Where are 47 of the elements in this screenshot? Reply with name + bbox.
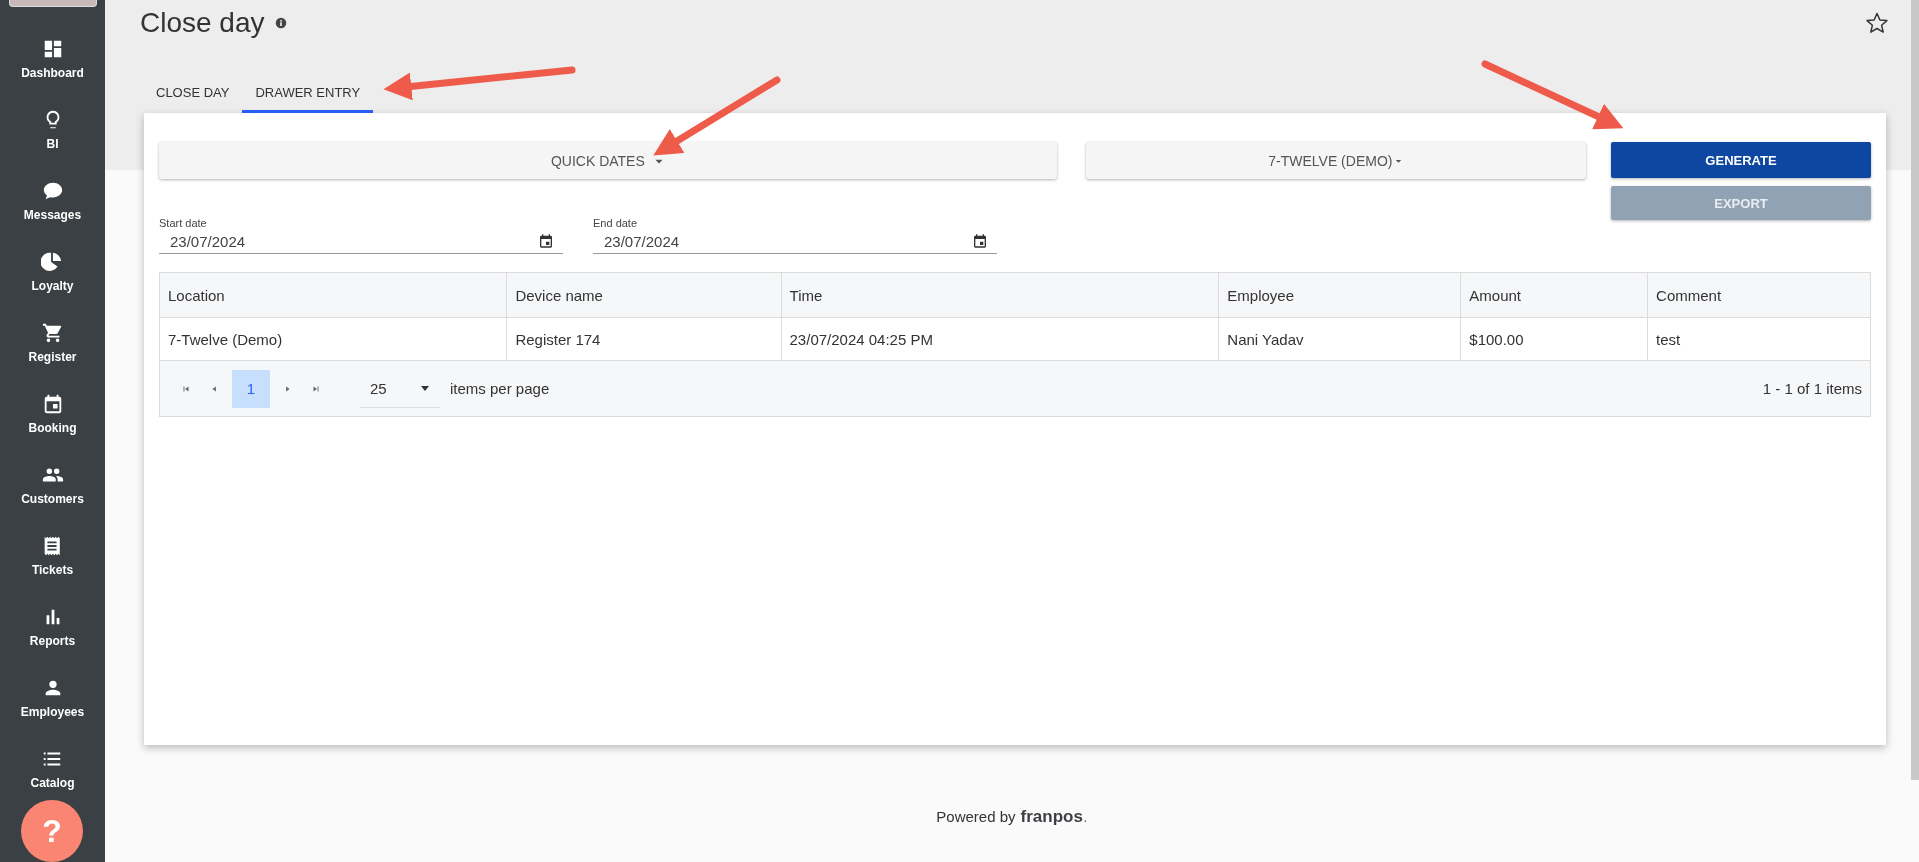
table-cell: $100.00 [1460, 318, 1648, 360]
brand-logo: franpos. [1020, 807, 1088, 827]
column-header[interactable]: Comment [1647, 273, 1870, 317]
calendar-icon[interactable] [972, 233, 988, 249]
sidebar-item[interactable]: Register [28, 322, 77, 364]
table-cell: Register 174 [506, 318, 781, 360]
field-label: Start date [159, 217, 208, 229]
nav-icon [41, 251, 64, 273]
page-size-dropdown[interactable]: 25 [360, 369, 440, 408]
table-cell: Nani Yadav [1218, 318, 1461, 360]
sidebar-item[interactable]: Tickets [31, 535, 74, 577]
nav-icon [41, 180, 64, 202]
caret-icon [420, 383, 430, 393]
page-title: Close day [140, 7, 265, 39]
field-label: End date [593, 217, 639, 229]
table-cell: test [1647, 318, 1870, 360]
nav-icon [41, 322, 64, 344]
info-icon[interactable] [274, 17, 287, 29]
sidebar-item[interactable]: Customers [21, 464, 84, 506]
calendar-icon[interactable] [538, 233, 554, 249]
table-cell: 23/07/2024 04:25 PM [780, 318, 1219, 360]
column-header[interactable]: Location [160, 273, 507, 317]
column-header[interactable]: Amount [1460, 273, 1648, 317]
quick-dates-dropdown[interactable]: QUICK DATES [159, 142, 1057, 179]
sidebar-item[interactable]: Reports [29, 606, 76, 648]
sidebar-item[interactable]: Catalog [30, 748, 75, 790]
page-number[interactable]: 1 [232, 369, 270, 408]
pager-summary: 1 - 1 of 1 items [1762, 380, 1862, 397]
sidebar-item[interactable]: Booking [28, 393, 77, 435]
sidebar-item[interactable]: Messages [23, 180, 82, 222]
location-dropdown[interactable]: 7-TWELVE (DEMO) [1085, 142, 1586, 179]
sidebar-item[interactable]: Dashboard [21, 38, 84, 80]
sidebar-item[interactable]: BI [41, 109, 64, 151]
sidebar-item[interactable]: Employees [20, 677, 85, 719]
date-field[interactable]: 23/07/2024 [593, 229, 997, 254]
footer-text: Powered by [936, 808, 1016, 825]
column-header[interactable]: Time [780, 273, 1219, 317]
column-header[interactable]: Device name [506, 273, 781, 317]
table-cell-text: 7-Twelve (Demo) [167, 329, 284, 350]
column-header[interactable]: Employee [1218, 273, 1461, 317]
sidebar-item[interactable]: Loyalty [31, 251, 74, 293]
star-icon[interactable] [1865, 11, 1889, 35]
page-size-label: items per page [450, 380, 550, 397]
date-field[interactable]: 23/07/2024 [159, 229, 563, 254]
generate-button[interactable]: GENERATE [1611, 142, 1871, 178]
tab[interactable]: CLOSE DAY [143, 76, 243, 113]
scrollbar[interactable] [1911, 0, 1919, 780]
